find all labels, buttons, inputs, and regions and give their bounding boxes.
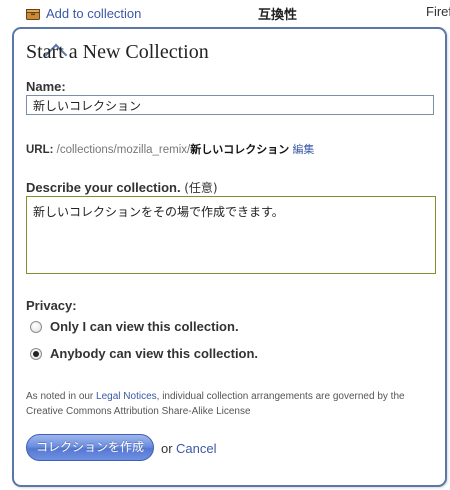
name-label: Name: <box>26 79 66 94</box>
legal-notices-link[interactable]: Legal Notices <box>96 391 157 402</box>
edit-url-link[interactable]: 編集 <box>292 143 314 156</box>
privacy-option-public-label: Anybody can view this collection. <box>50 346 259 361</box>
top-bar: Add to collection 互換性 Firefox <box>0 0 450 28</box>
legal-notice: As noted in our Legal Notices, individua… <box>26 390 436 419</box>
legal-prefix: As noted in our <box>26 391 97 402</box>
add-to-collection-label: Add to collection <box>46 6 142 21</box>
cancel-link[interactable]: Cancel <box>176 441 216 456</box>
privacy-option-public[interactable]: Anybody can view this collection. <box>30 346 258 361</box>
privacy-label: Privacy: <box>26 298 77 313</box>
collection-name-input[interactable] <box>26 95 434 115</box>
radio-public[interactable] <box>30 347 42 360</box>
url-slug: 新しいコレクション <box>190 143 290 156</box>
popup-title: Start a New Collection <box>26 41 209 63</box>
column-header-compat: 互換性 <box>258 7 298 22</box>
add-to-collection-link[interactable]: Add to collection <box>26 6 141 21</box>
url-row: URL: /collections/mozilla_remix/新しいコレクショ… <box>26 141 314 157</box>
description-optional: (任意) <box>184 181 218 195</box>
description-label: Describe your collection. (任意) <box>26 179 218 196</box>
box-icon <box>26 8 40 20</box>
description-label-text: Describe your collection. <box>26 180 181 195</box>
create-collection-button[interactable]: コレクションを作成 <box>26 434 154 461</box>
column-header-firefox: Firefox <box>426 4 450 19</box>
url-path: /collections/mozilla_remix/ <box>53 144 191 156</box>
privacy-option-private[interactable]: Only I can view this collection. <box>30 319 239 334</box>
privacy-option-private-label: Only I can view this collection. <box>50 319 239 334</box>
new-collection-popup: Start a New Collection Name: URL: /colle… <box>12 27 447 487</box>
url-label: URL: <box>26 144 54 156</box>
radio-private[interactable] <box>30 320 42 333</box>
description-textarea[interactable]: 新しいコレクションをその場で作成できます。 <box>26 196 436 274</box>
or-text: or <box>161 441 173 456</box>
